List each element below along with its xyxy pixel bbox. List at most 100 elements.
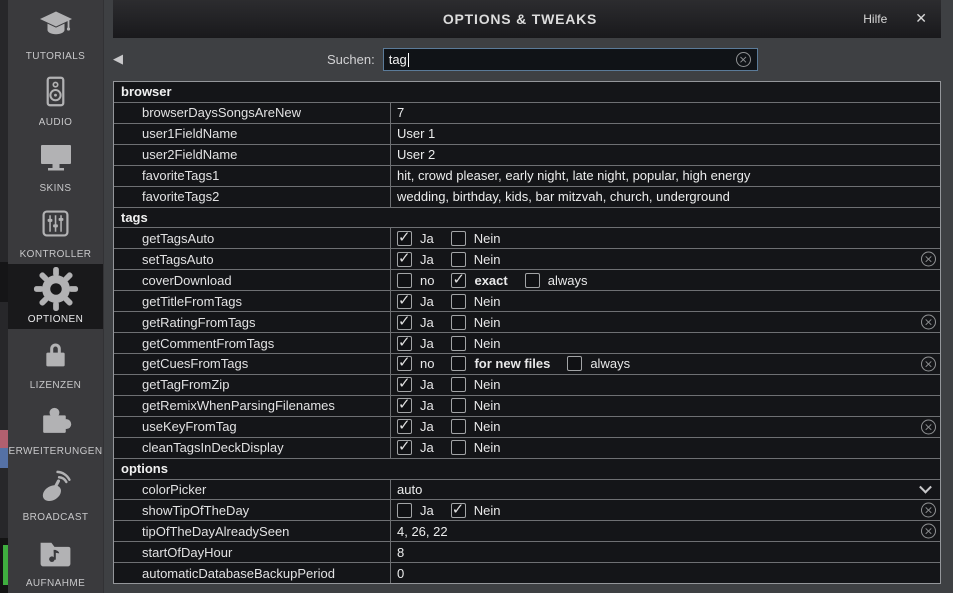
sidebar-item-label: SKINS [39, 183, 71, 194]
option-row-getRemixWhenParsingFilenames: getRemixWhenParsingFilenamesJaNein [114, 395, 940, 416]
sidebar-item-label: AUDIO [39, 117, 73, 128]
option-name: useKeyFromTag [114, 417, 391, 437]
checkbox-ja-checked[interactable] [397, 336, 412, 351]
option-row-setTagsAuto: setTagsAutoJaNein× [114, 248, 940, 269]
checkbox-nein[interactable] [451, 294, 466, 309]
options-table: browserbrowserDaysSongsAreNew7user1Field… [113, 81, 941, 584]
back-arrow-icon[interactable]: ◀ [113, 52, 131, 67]
antenna-icon [37, 461, 74, 512]
reset-option-icon[interactable]: × [921, 252, 936, 267]
puzzle-icon [37, 395, 74, 446]
option-row-showTipOfTheDay: showTipOfTheDayJaNein× [114, 499, 940, 520]
search-input[interactable]: tag × [383, 48, 758, 71]
option-name: getTagFromZip [114, 375, 391, 395]
checkbox-always[interactable] [567, 356, 582, 371]
option-text-value[interactable]: wedding, birthday, kids, bar mitzvah, ch… [397, 189, 730, 204]
choice-label: Nein [474, 419, 501, 434]
option-value-cell: 8 [391, 542, 940, 562]
sidebar-item-aufnahme[interactable]: AUFNAHME [8, 527, 103, 593]
option-select-value[interactable]: auto [397, 482, 422, 497]
checkbox-ja-checked[interactable] [397, 440, 412, 455]
choice-label: always [548, 273, 588, 288]
checkbox-ja-checked[interactable] [397, 231, 412, 246]
option-name: user1FieldName [114, 124, 391, 144]
option-text-value[interactable]: 7 [397, 105, 404, 120]
option-name: setTagsAuto [114, 249, 391, 269]
checkbox-always[interactable] [525, 273, 540, 288]
checkbox-ja-checked[interactable] [397, 315, 412, 330]
search-input-value: tag [389, 52, 407, 67]
option-value-cell: JaNein [391, 500, 940, 520]
checkbox-nein-checked[interactable] [451, 503, 466, 518]
choice-label: always [590, 356, 630, 371]
checkbox-exact-checked[interactable] [451, 273, 466, 288]
checkbox-nein[interactable] [451, 440, 466, 455]
checkbox-no-checked[interactable] [397, 356, 412, 371]
reset-option-icon[interactable]: × [921, 419, 936, 434]
option-text-value[interactable]: 0 [397, 566, 404, 581]
option-name: favoriteTags1 [114, 166, 391, 186]
checkbox-nein[interactable] [451, 419, 466, 434]
monitor-icon [38, 132, 74, 183]
option-name: showTipOfTheDay [114, 500, 391, 520]
option-row-getCuesFromTags: getCuesFromTagsnofor new filesalways× [114, 353, 940, 374]
choice-label: Nein [474, 315, 501, 330]
reset-option-icon[interactable]: × [921, 524, 936, 539]
choice-label: for new files [474, 356, 550, 371]
choice-label: Nein [474, 252, 501, 267]
choice-label: Nein [474, 377, 501, 392]
reset-option-icon[interactable]: × [921, 503, 936, 518]
option-name: colorPicker [114, 480, 391, 500]
choice-label: Nein [474, 231, 501, 246]
text-caret [408, 53, 409, 67]
sidebar-item-erweiterungen[interactable]: ERWEITERUNGEN [8, 395, 103, 461]
option-row-getTagsAuto: getTagsAutoJaNein [114, 227, 940, 248]
option-value-cell: Ja Nein [391, 375, 940, 395]
option-row-cleanTagsInDeckDisplay: cleanTagsInDeckDisplayJaNein [114, 437, 940, 458]
sidebar-item-kontroller[interactable]: KONTROLLER [8, 198, 103, 264]
clear-search-icon[interactable]: × [736, 52, 751, 67]
option-text-value[interactable]: 4, 26, 22 [397, 524, 448, 539]
checkbox-nein[interactable] [451, 398, 466, 413]
sidebar-item-tutorials[interactable]: TUTORIALS [8, 0, 103, 66]
sidebar-item-audio[interactable]: AUDIO [8, 66, 103, 132]
section-header-browser: browser [114, 82, 940, 102]
option-value-cell: JaNein [391, 333, 940, 353]
checkbox-nein[interactable] [451, 231, 466, 246]
checkbox-ja-checked[interactable] [397, 419, 412, 434]
help-button[interactable]: Hilfe [863, 12, 887, 26]
reset-option-icon[interactable]: × [921, 315, 936, 330]
choice-label: Ja [420, 377, 434, 392]
checkbox-ja-checked[interactable] [397, 294, 412, 309]
checkbox-nein[interactable] [451, 336, 466, 351]
option-name: getCuesFromTags [114, 354, 391, 374]
sidebar-item-skins[interactable]: SKINS [8, 132, 103, 198]
checkbox-nein[interactable] [451, 315, 466, 330]
option-text-value[interactable]: hit, crowd pleaser, early night, late ni… [397, 168, 750, 183]
speaker-icon [39, 66, 72, 117]
option-value-cell: 0 [391, 563, 940, 583]
checkbox-ja-checked[interactable] [397, 252, 412, 267]
checkbox-nein[interactable] [451, 252, 466, 267]
checkbox-ja-checked[interactable] [397, 377, 412, 392]
option-row-colorPicker: colorPicker auto [114, 479, 940, 500]
checkbox-for-new-files[interactable] [451, 356, 466, 371]
sliders-icon [39, 198, 72, 249]
close-icon[interactable]: ✕ [915, 11, 927, 27]
reset-option-icon[interactable]: × [921, 356, 936, 371]
option-text-value[interactable]: User 1 [397, 126, 435, 141]
option-row-favoriteTags1: favoriteTags1 hit, crowd pleaser, early n… [114, 165, 940, 186]
background-app-strip [0, 0, 8, 593]
sidebar-item-broadcast[interactable]: BROADCAST [8, 461, 103, 527]
option-text-value[interactable]: 8 [397, 545, 404, 560]
option-name: getRemixWhenParsingFilenames [114, 396, 391, 416]
choice-label: Nein [474, 294, 501, 309]
checkbox-ja-checked[interactable] [397, 398, 412, 413]
checkbox-ja[interactable] [397, 503, 412, 518]
sidebar-item-optionen[interactable]: OPTIONEN [8, 264, 103, 330]
checkbox-no[interactable] [397, 273, 412, 288]
checkbox-nein[interactable] [451, 377, 466, 392]
choice-label: Ja [420, 315, 434, 330]
sidebar-item-lizenzen[interactable]: LIZENZEN [8, 329, 103, 395]
option-text-value[interactable]: User 2 [397, 147, 435, 162]
